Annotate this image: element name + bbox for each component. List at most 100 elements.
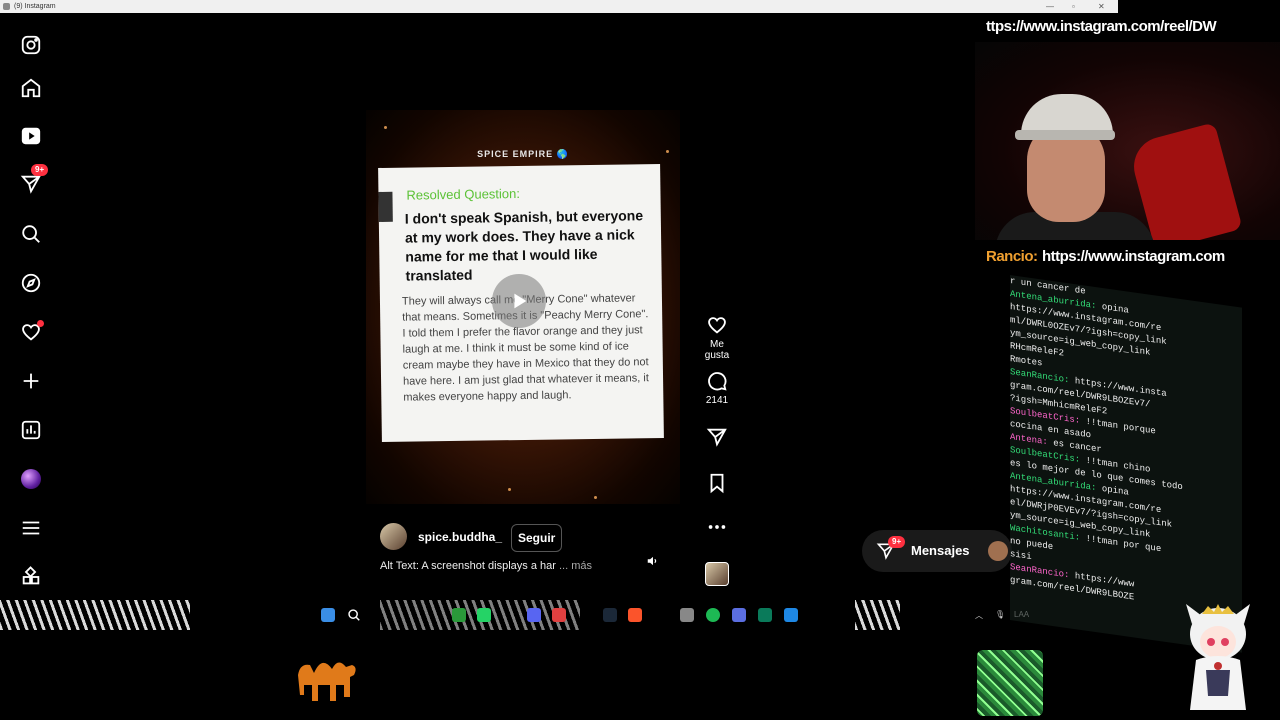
card-avatar [378, 191, 393, 222]
audio-cover [705, 562, 729, 586]
gaming-chair [1127, 122, 1243, 240]
caption: Alt Text: A screenshot displays a har ..… [380, 560, 592, 572]
resolved-label: Resolved Question: [406, 186, 521, 203]
spark [594, 496, 597, 499]
camel-sprite [298, 662, 356, 701]
audio-thumbnail[interactable] [697, 562, 737, 586]
comment-button[interactable]: 2141 [697, 370, 737, 406]
window-titlebar: (9) Instagram — ▫ ✕ [0, 0, 1118, 13]
send-icon [706, 428, 727, 447]
start-icon[interactable] [321, 608, 335, 622]
stream-chat-log: r un cancer de Antena_aburrida: opina http… [1010, 275, 1242, 653]
app-icon [3, 3, 10, 10]
nav-also-from-meta[interactable] [17, 563, 45, 591]
nav-explore[interactable] [17, 269, 45, 297]
chat-highlight-user: Rancio: [986, 248, 1038, 265]
webcam-feed [975, 42, 1280, 240]
taskbar-glitch [0, 600, 190, 630]
author-avatar[interactable] [380, 523, 407, 550]
reels-icon [21, 127, 41, 145]
spark [508, 488, 511, 491]
overlay-chat-highlight: Rancio: https://www.instagram.com [986, 248, 1280, 270]
close-icon[interactable]: ✕ [1098, 0, 1105, 13]
discord-icon[interactable] [527, 608, 541, 622]
nav-profile[interactable] [17, 465, 45, 493]
taskbar-glitch [855, 600, 900, 630]
bookmark-icon [710, 473, 724, 494]
dashboard-icon [21, 420, 41, 440]
minimize-icon[interactable]: — [1046, 0, 1054, 13]
volume-button[interactable] [646, 554, 660, 573]
anime-mascot [1186, 604, 1250, 710]
nav-reels[interactable] [17, 122, 45, 150]
app-icon[interactable] [732, 608, 746, 622]
speaker-icon [647, 556, 657, 566]
taskbar-search-icon[interactable] [347, 608, 361, 622]
nav-more[interactable] [17, 514, 45, 542]
reel-video[interactable]: SPICE EMPIRE 🌎 Resolved Question: I don'… [366, 30, 680, 504]
overlay-url-banner: ttps://www.instagram.com/reel/DW [984, 14, 1280, 38]
cap-brim [1015, 130, 1115, 140]
caption-more-link[interactable]: ... más [559, 560, 592, 572]
app-icon[interactable] [784, 608, 798, 622]
like-label: Me gusta [704, 339, 730, 361]
menu-icon [22, 521, 40, 535]
spark [384, 126, 387, 129]
chat-highlight-url: https://www.instagram.com [1041, 248, 1225, 265]
messages-avatar [988, 541, 1008, 561]
author-username[interactable]: spice.buddha_ [418, 530, 502, 544]
author-row: spice.buddha_ Seguir [380, 522, 680, 552]
like-button[interactable]: Me gusta [697, 314, 737, 361]
messages-pill-badge: 9+ [888, 536, 906, 548]
messages-icon [20, 175, 41, 194]
sidebar-nav: 9+ [0, 13, 64, 603]
microphone-icon[interactable]: 🎙 [995, 610, 1005, 619]
brave-icon[interactable] [628, 608, 642, 622]
play-button[interactable] [492, 274, 546, 328]
more-dots-icon [708, 525, 726, 529]
steam-icon[interactable] [603, 608, 617, 622]
more-options-button[interactable] [697, 516, 737, 541]
app-icon[interactable] [552, 608, 566, 622]
profile-avatar [21, 469, 41, 489]
notification-dot [37, 320, 44, 327]
comments-count: 2141 [705, 395, 729, 406]
nav-dashboard[interactable] [17, 416, 45, 444]
apps-grid-icon [22, 566, 40, 585]
share-button[interactable] [697, 426, 737, 451]
xbox-icon[interactable] [452, 608, 466, 622]
brand-watermark: SPICE EMPIRE 🌎 [477, 149, 569, 159]
caption-text: Alt Text: A screenshot displays a har [380, 560, 556, 572]
save-button[interactable] [697, 472, 737, 497]
window-title: (9) Instagram [14, 3, 56, 10]
nav-home[interactable] [17, 74, 45, 102]
heart-icon [708, 317, 726, 334]
messages-label: Mensajes [911, 543, 970, 558]
question-text: I don't speak Spanish, but everyone at m… [404, 207, 644, 284]
messages-pill[interactable]: 9+ Mensajes [862, 530, 1012, 572]
home-icon [21, 78, 41, 98]
nav-notifications[interactable] [17, 318, 45, 346]
follow-button[interactable]: Seguir [511, 524, 563, 552]
messages-badge: 9+ [31, 164, 49, 176]
pixel-jar [977, 650, 1043, 716]
obs-icon[interactable] [680, 608, 694, 622]
app-icon[interactable] [758, 608, 772, 622]
play-icon [514, 293, 527, 309]
spotify-icon[interactable] [706, 608, 720, 622]
nav-instagram-logo[interactable] [17, 31, 45, 59]
instagram-logo-icon [21, 35, 41, 55]
nav-messages[interactable]: 9+ [17, 164, 49, 198]
tray-chevron-icon[interactable]: ︿ [975, 610, 983, 621]
plus-icon [23, 373, 39, 389]
nav-create[interactable] [17, 367, 45, 395]
comment-icon [708, 372, 727, 391]
chat-message: sisi [1010, 549, 1032, 563]
whatsapp-icon[interactable] [477, 608, 491, 622]
search-icon [22, 225, 40, 243]
overlay-url-text: ttps://www.instagram.com/reel/DW [986, 18, 1217, 35]
explore-icon [21, 273, 41, 293]
nav-search[interactable] [17, 220, 45, 248]
search-icon [348, 609, 360, 621]
maximize-icon[interactable]: ▫ [1072, 0, 1075, 13]
